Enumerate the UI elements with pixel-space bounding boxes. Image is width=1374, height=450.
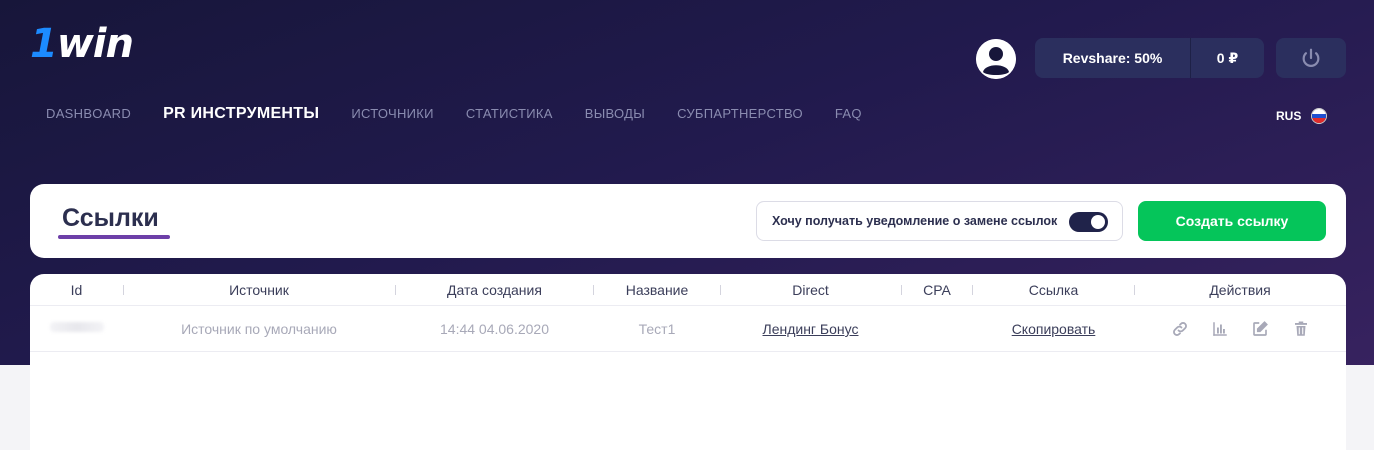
source-cell: Источник по умолчанию [181,321,337,337]
nav-statistics[interactable]: СТАТИСТИКА [466,104,553,124]
toggle-knob [1091,215,1105,229]
notify-toggle-box[interactable]: Хочу получать уведомление о замене ссыло… [756,201,1123,241]
user-avatar-icon[interactable] [976,39,1016,79]
russia-flag-icon [1311,108,1328,124]
id-cell-redacted [50,322,104,332]
col-name[interactable]: Название [594,274,720,306]
link-icon[interactable] [1171,320,1189,338]
col-direct[interactable]: Direct [721,274,900,306]
stats-icon[interactable] [1211,320,1229,338]
create-link-button[interactable]: Создать ссылку [1138,201,1326,241]
logout-button[interactable] [1276,38,1346,78]
col-cpa[interactable]: CPA [902,274,972,306]
nav-faq[interactable]: FAQ [835,104,862,124]
col-created[interactable]: Дата создания [396,274,593,306]
nav-pr-tools[interactable]: PR ИНСТРУМЕНТЫ [163,104,319,124]
balance-value: 0 ₽ [1216,49,1239,66]
nav-subpartnership[interactable]: СУБПАРТНЕРСТВО [677,104,803,124]
account-stats: Revshare: 50% 0 ₽ [1035,38,1264,78]
nav-sources[interactable]: ИСТОЧНИКИ [351,104,434,124]
trash-icon[interactable] [1292,320,1310,338]
edit-icon[interactable] [1251,320,1269,338]
power-icon [1302,48,1320,67]
brand-logo[interactable]: 1win [30,24,134,64]
title-underline [58,235,170,239]
created-cell: 14:44 04.06.2020 [440,321,549,337]
col-link[interactable]: Ссылка [973,274,1134,306]
language-label: RUS [1276,109,1302,123]
revshare-value: Revshare: 50% [1035,38,1191,78]
name-cell: Тест1 [638,321,676,337]
language-selector[interactable]: RUS [1276,108,1328,124]
copy-link[interactable]: Скопировать [973,307,1134,352]
col-id[interactable]: Id [30,274,123,306]
links-panel: Ссылки Хочу получать уведомление о замен… [30,184,1346,258]
table-header: Id Источник Дата создания Название Direc… [30,274,1346,306]
col-actions: Действия [1209,282,1271,298]
direct-link[interactable]: Лендинг Бонус [721,307,900,352]
nav-withdrawals[interactable]: ВЫВОДЫ [585,104,645,124]
notify-toggle[interactable] [1069,212,1108,232]
nav-dashboard[interactable]: DASHBOARD [46,104,131,124]
page-title: Ссылки [62,204,159,232]
links-table: Id Источник Дата создания Название Direc… [30,274,1346,450]
main-nav: DASHBOARD PR ИНСТРУМЕНТЫ ИСТОЧНИКИ СТАТИ… [46,104,894,124]
col-source[interactable]: Источник [124,274,394,306]
notify-label: Хочу получать уведомление о замене ссыло… [772,214,1058,228]
cpa-cell [902,307,972,352]
table-row: Источник по умолчанию 14:44 04.06.2020 Т… [30,307,1346,352]
